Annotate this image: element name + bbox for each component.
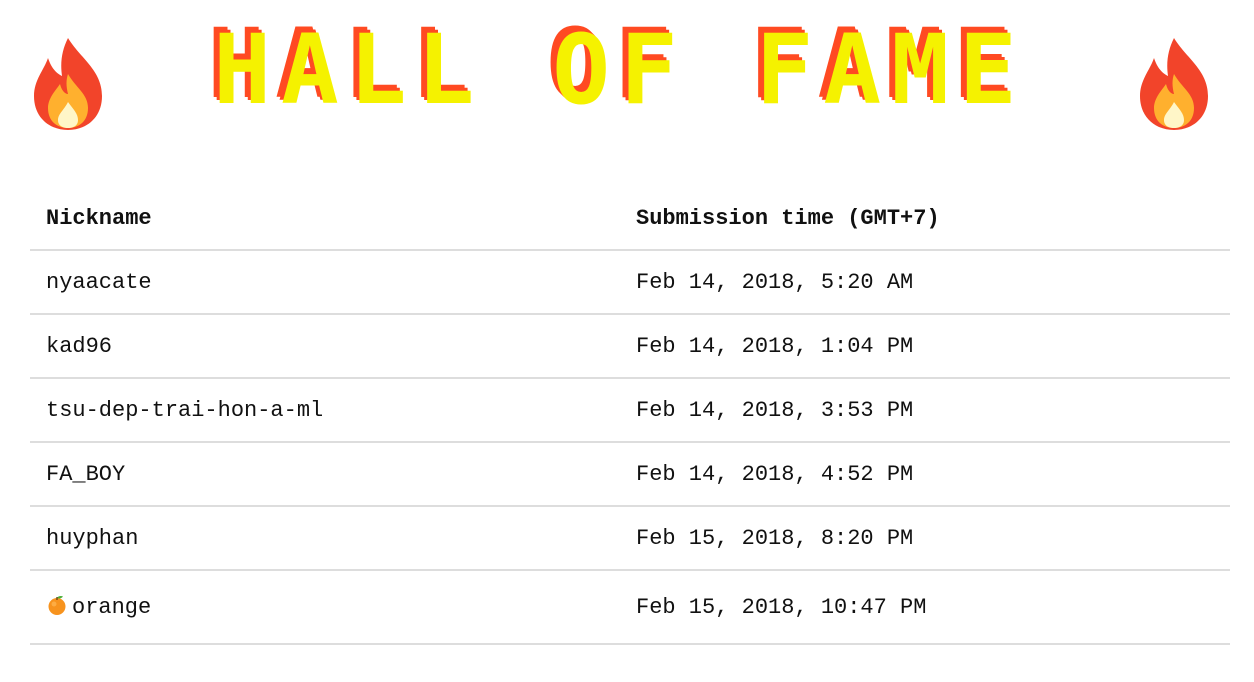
submission-time-cell: Feb 14, 2018, 1:04 PM xyxy=(620,314,1230,379)
submission-time-cell: Feb 14, 2018, 5:20 AM xyxy=(620,250,1230,315)
table-row: FA_BOY Feb 14, 2018, 4:52 PM xyxy=(30,442,1230,507)
submission-time-cell: Feb 15, 2018, 10:47 PM xyxy=(620,570,1230,645)
nickname-cell: huyphan xyxy=(30,506,620,571)
fire-icon xyxy=(34,38,102,130)
fire-icon xyxy=(1140,38,1208,130)
column-header-submission-time: Submission time (GMT+7) xyxy=(620,188,1230,251)
nickname-text: orange xyxy=(72,595,152,620)
submission-time-cell: Feb 14, 2018, 3:53 PM xyxy=(620,378,1230,443)
nickname-cell: kad96 xyxy=(30,314,620,379)
orange-fruit-icon xyxy=(48,596,66,615)
table-row: kad96 Feb 14, 2018, 1:04 PM xyxy=(30,314,1230,379)
nickname-cell: orange xyxy=(30,570,620,645)
table-header-row: Nickname Submission time (GMT+7) xyxy=(30,188,1230,251)
column-header-nickname: Nickname xyxy=(30,188,620,251)
nickname-cell: nyaacate xyxy=(30,250,620,315)
hall-of-fame-table-container: Nickname Submission time (GMT+7) nyaacat… xyxy=(30,188,1230,645)
nickname-cell: tsu-dep-trai-hon-a-ml xyxy=(30,378,620,443)
table-row: tsu-dep-trai-hon-a-ml Feb 14, 2018, 3:53… xyxy=(30,378,1230,443)
hall-of-fame-banner: HALL OF FAME xyxy=(0,0,1254,160)
nickname-cell: FA_BOY xyxy=(30,442,620,507)
submission-time-cell: Feb 15, 2018, 8:20 PM xyxy=(620,506,1230,571)
submission-time-cell: Feb 14, 2018, 4:52 PM xyxy=(620,442,1230,507)
page-title: HALL OF FAME xyxy=(213,14,1027,126)
table-row: nyaacate Feb 14, 2018, 5:20 AM xyxy=(30,250,1230,315)
hall-of-fame-table: Nickname Submission time (GMT+7) nyaacat… xyxy=(30,188,1230,645)
table-row: huyphan Feb 15, 2018, 8:20 PM xyxy=(30,506,1230,571)
table-row: orange Feb 15, 2018, 10:47 PM xyxy=(30,570,1230,645)
